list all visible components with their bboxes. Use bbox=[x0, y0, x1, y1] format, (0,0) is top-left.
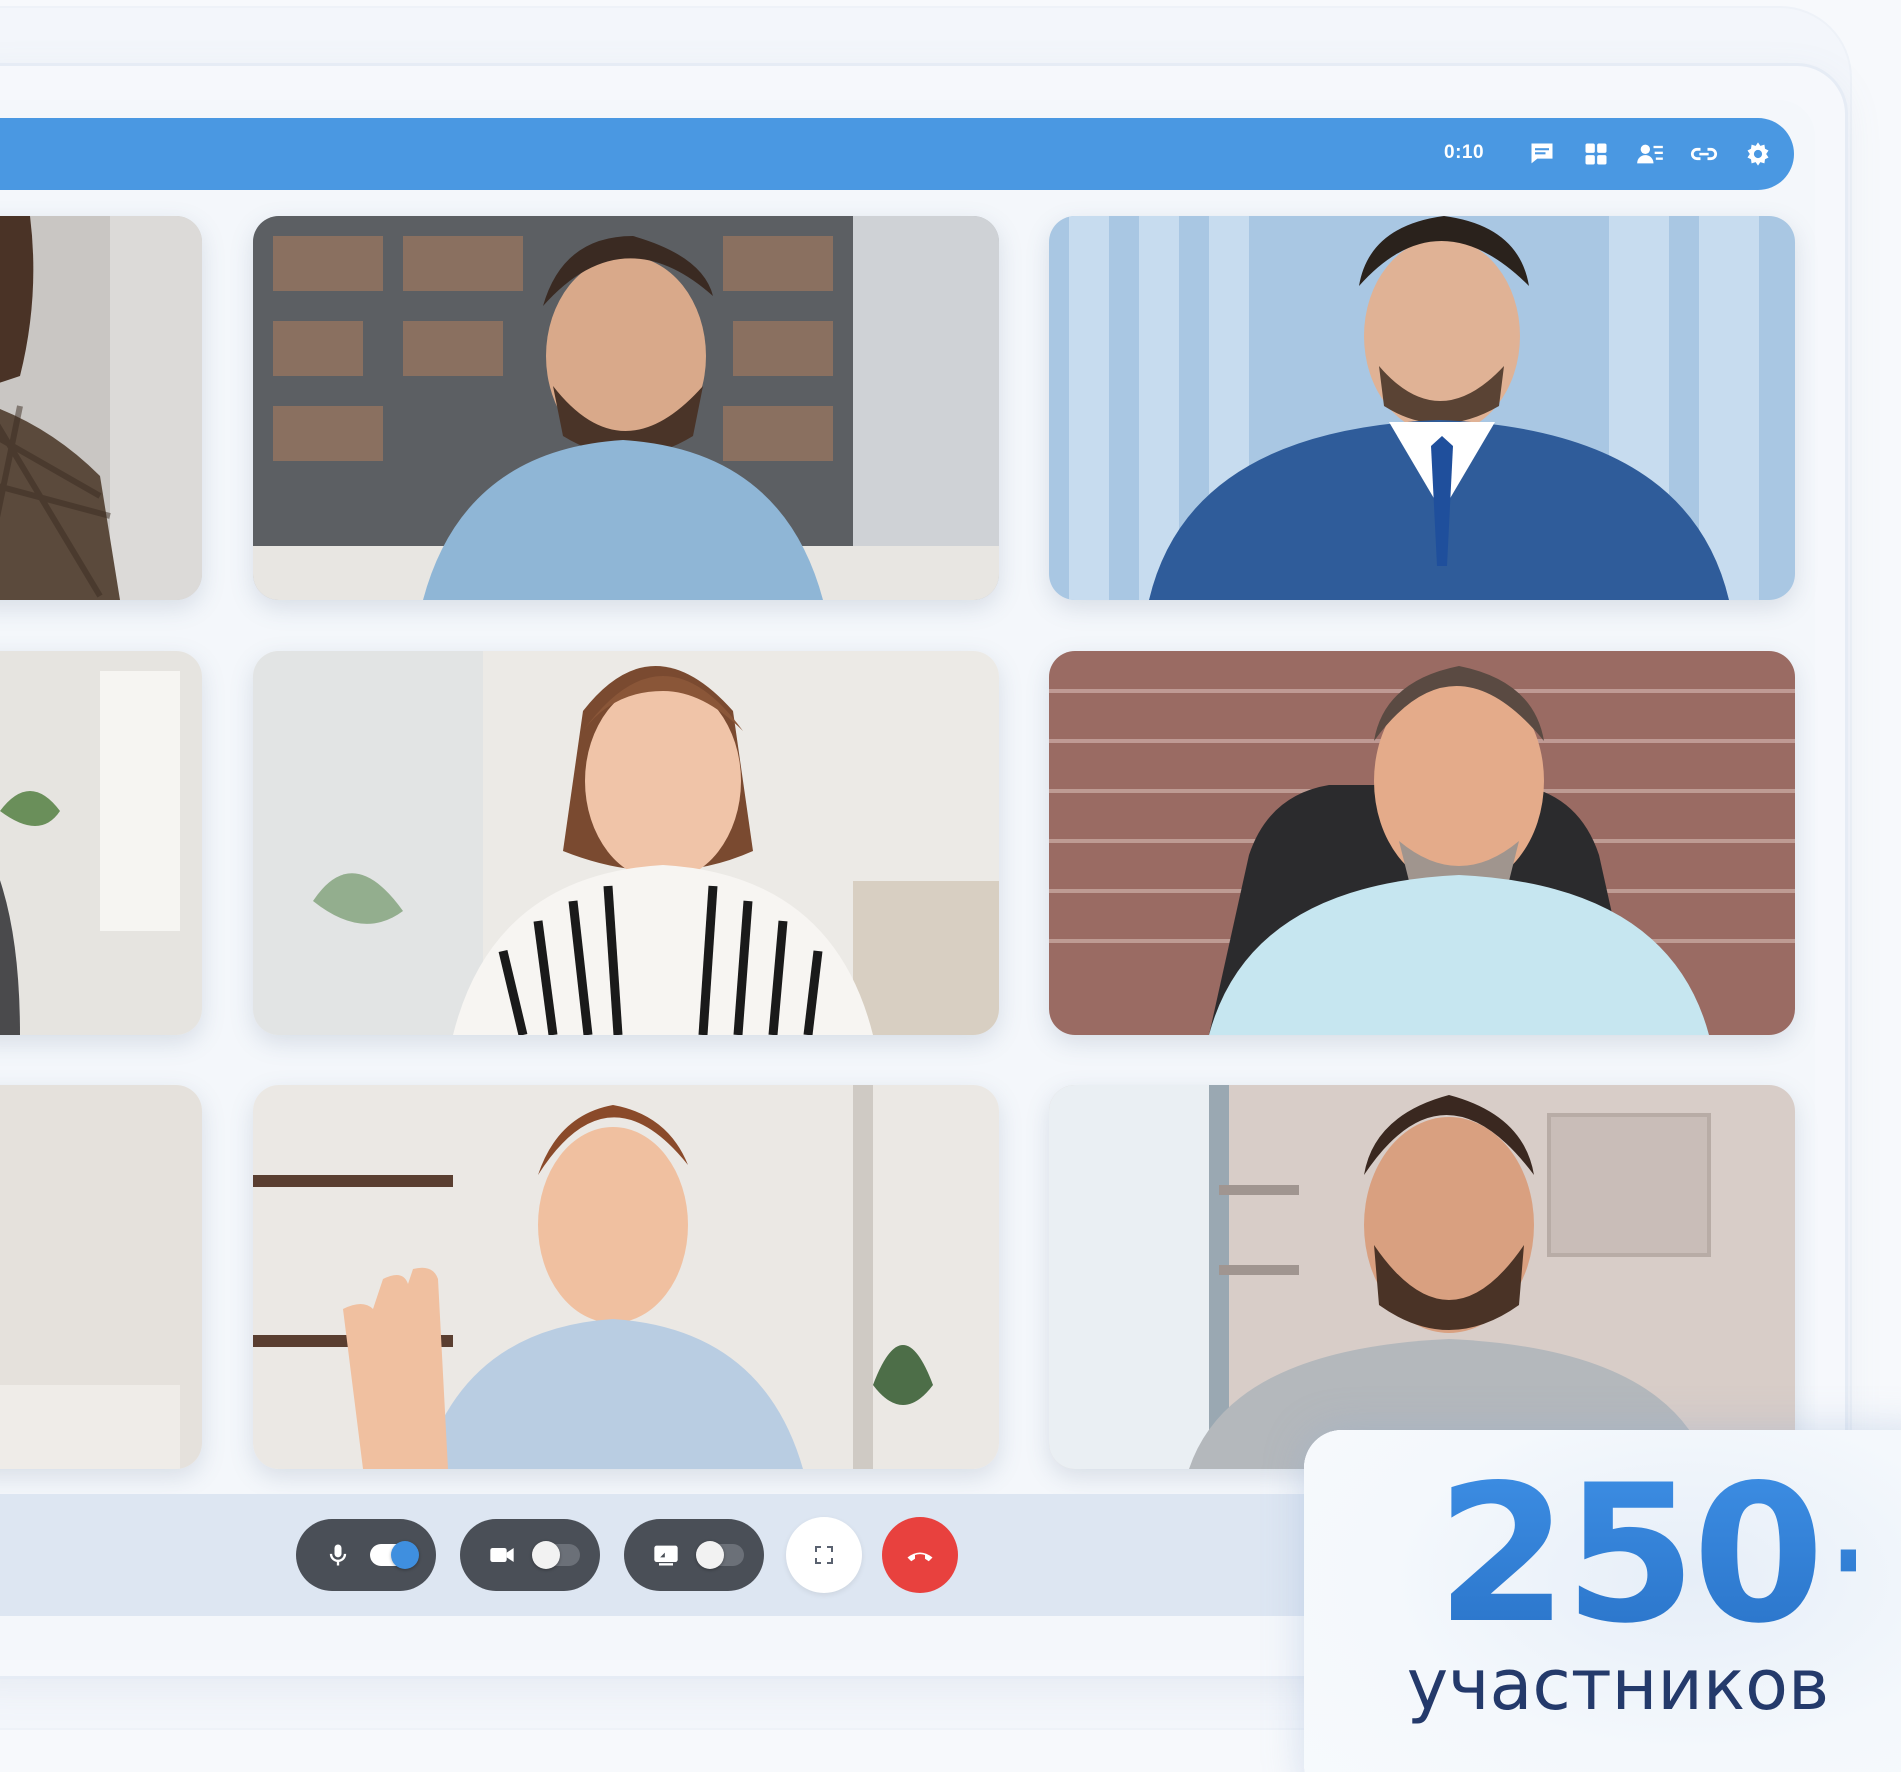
fullscreen-button[interactable] bbox=[786, 1517, 862, 1593]
video-tile[interactable] bbox=[253, 1085, 999, 1469]
top-bar bbox=[0, 118, 1794, 190]
settings-icon[interactable] bbox=[1742, 138, 1774, 170]
video-tile[interactable] bbox=[253, 651, 999, 1035]
chat-icon[interactable] bbox=[1526, 138, 1558, 170]
screen-share-icon bbox=[654, 1545, 678, 1566]
video-tile[interactable] bbox=[0, 216, 202, 600]
participants-icon[interactable] bbox=[1634, 138, 1666, 170]
microphone-toggle[interactable] bbox=[370, 1541, 419, 1569]
video-tile[interactable] bbox=[1049, 1085, 1795, 1469]
fullscreen-icon bbox=[815, 1546, 833, 1564]
hang-up-icon bbox=[907, 1552, 933, 1562]
video-tile[interactable] bbox=[0, 1085, 202, 1469]
video-tile[interactable] bbox=[253, 216, 999, 600]
hang-up-button[interactable] bbox=[882, 1517, 958, 1593]
microphone-control[interactable] bbox=[296, 1519, 436, 1591]
microphone-icon bbox=[329, 1544, 347, 1566]
camera-control[interactable] bbox=[460, 1519, 600, 1591]
grid-layout-icon[interactable] bbox=[1580, 138, 1612, 170]
video-tile[interactable] bbox=[1049, 651, 1795, 1035]
screen-share-control[interactable] bbox=[624, 1519, 764, 1591]
participants-count: 250+ bbox=[1436, 1460, 1901, 1650]
screen-share-toggle[interactable] bbox=[696, 1541, 744, 1569]
camera-icon bbox=[490, 1548, 514, 1562]
participants-caption: участников bbox=[1406, 1644, 1830, 1726]
camera-toggle[interactable] bbox=[532, 1541, 580, 1569]
call-timer: 0:10 bbox=[1444, 142, 1485, 163]
link-icon[interactable] bbox=[1688, 138, 1720, 170]
video-conference-screen: 0:10 250 участников bbox=[0, 0, 1901, 1772]
video-tile[interactable] bbox=[1049, 216, 1795, 600]
video-tile[interactable] bbox=[0, 651, 202, 1035]
